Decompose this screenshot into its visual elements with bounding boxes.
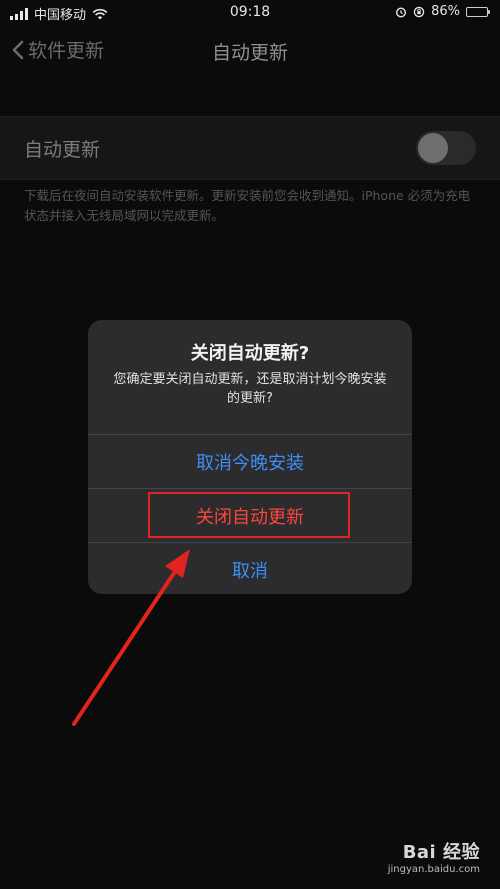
settings-row-auto-update: 自动更新 [0,116,500,180]
cancel-tonight-install-button[interactable]: 取消今晚安装 [88,434,412,488]
alert-message: 您确定要关闭自动更新，还是取消计划今晚安装的更新? [113,372,387,406]
battery-percent: 86% [431,4,460,19]
toggle-knob [418,133,448,163]
page-title: 自动更新 [211,42,288,64]
cancel-button[interactable]: 取消 [88,542,412,594]
status-right: 86% [395,4,490,19]
settings-footnote: 下载后在夜间自动安装软件更新。更新安装前您会收到通知。iPhone 必须为充电状… [24,188,471,223]
watermark-logo: Bai 经验 [402,842,480,863]
status-bar: 中国移动 09:18 86% [0,0,500,26]
annotation-highlight-box [148,492,350,538]
auto-update-toggle[interactable] [416,131,476,165]
phone-screen: 中国移动 09:18 86% 软件更新 自动更新 自动更新 下载后在夜间自动安装… [0,0,500,889]
alert-title: 关闭自动更新? [190,343,310,364]
watermark-url: jingyan.baidu.com [387,864,480,875]
turn-off-auto-update-button[interactable]: 关闭自动更新 [88,488,412,542]
navigation-bar: 软件更新 自动更新 [0,26,500,78]
alarm-icon [396,6,407,18]
alert-dialog: 关闭自动更新? 您确定要关闭自动更新，还是取消计划今晚安装的更新? 取消今晚安装… [88,320,412,594]
auto-update-label: 自动更新 [24,139,101,161]
battery-icon [466,6,490,17]
baidu-watermark: Bai 经验 jingyan.baidu.com [388,838,480,875]
alert-header: 关闭自动更新? 您确定要关闭自动更新，还是取消计划今晚安装的更新? [88,320,412,434]
orientation-lock-icon [413,6,425,17]
